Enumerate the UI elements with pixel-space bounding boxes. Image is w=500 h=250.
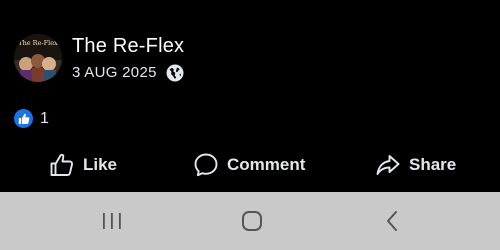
globe-icon[interactable]: [166, 64, 184, 82]
thumbs-up-icon: [14, 109, 33, 128]
home-icon: [242, 211, 262, 231]
share-label: Share: [409, 155, 457, 174]
comment-bubble-icon: [194, 153, 218, 177]
share-arrow-icon: [376, 155, 400, 175]
avatar-logo-text: The Re-Flex: [18, 39, 58, 47]
page-name[interactable]: The Re-Flex: [72, 34, 184, 58]
back-icon: [387, 211, 397, 231]
reaction-count: 1: [40, 109, 49, 127]
header-text: The Re-Flex 3 AUG 2025: [72, 34, 184, 82]
post-header: The Re-Flex The Re-Flex 3 AUG 2025: [14, 34, 184, 82]
android-navigation-bar: [0, 192, 500, 250]
like-button[interactable]: Like: [49, 148, 117, 182]
post-actions: Like Comment Share: [0, 148, 500, 182]
post-date[interactable]: 3 AUG 2025: [72, 64, 157, 82]
avatar-image: The Re-Flex: [14, 34, 62, 82]
comment-button[interactable]: Comment: [193, 148, 305, 182]
comment-label: Comment: [227, 155, 306, 174]
home-button[interactable]: [237, 206, 267, 236]
like-label: Like: [83, 155, 118, 174]
avatar[interactable]: The Re-Flex: [14, 34, 62, 82]
back-button[interactable]: [377, 206, 407, 236]
reaction-summary[interactable]: 1: [14, 109, 49, 128]
share-button[interactable]: Share: [375, 148, 456, 182]
recent-apps-icon: [103, 213, 121, 229]
recent-apps-button[interactable]: [97, 206, 127, 236]
facebook-post-footer: The Re-Flex The Re-Flex 3 AUG 2025 1 Lik…: [0, 0, 500, 250]
post-meta: 3 AUG 2025: [72, 64, 184, 82]
thumbs-up-outline-icon: [50, 153, 74, 176]
